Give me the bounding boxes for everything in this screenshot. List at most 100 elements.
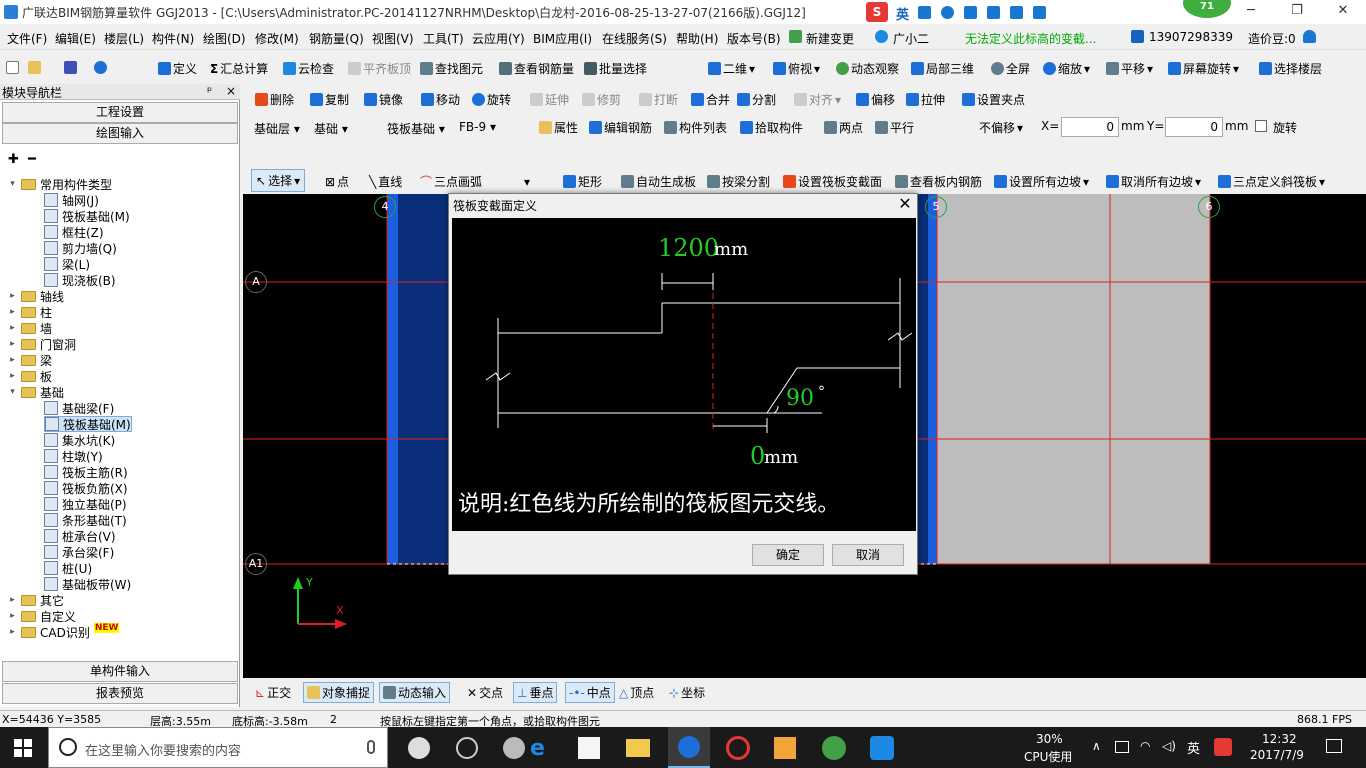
mic-icon[interactable] xyxy=(367,740,375,754)
tree-item[interactable]: 基础梁(F) xyxy=(44,400,114,416)
windows-start-icon[interactable] xyxy=(14,739,32,757)
mic-icon[interactable] xyxy=(941,6,954,19)
sogou-tray-icon[interactable] xyxy=(1214,738,1232,756)
expand-arrow-icon[interactable]: ▸ xyxy=(8,627,17,637)
menu-edit[interactable]: 编辑(E) xyxy=(55,30,96,47)
btn-local-3d[interactable]: 局部三维 xyxy=(911,60,974,77)
btn-fullscreen[interactable]: 全屏 xyxy=(991,60,1030,77)
ime-toolbar[interactable] xyxy=(918,6,1048,19)
single-component-button[interactable]: 单构件输入 xyxy=(2,661,238,682)
btn-top-view[interactable]: 俯视 ▾ xyxy=(773,60,820,77)
menu-help[interactable]: 帮助(H) xyxy=(676,30,718,47)
explorer-icon[interactable] xyxy=(626,739,650,757)
move-app-icon[interactable] xyxy=(870,736,894,760)
tree-item[interactable]: 桩(U) xyxy=(44,560,92,576)
btn-two-points[interactable]: 两点 xyxy=(824,119,863,136)
btn-select-floor[interactable]: 选择楼层 xyxy=(1259,60,1322,77)
btn-ortho[interactable]: ⊾ 正交 xyxy=(255,684,291,701)
network-icon[interactable] xyxy=(1115,741,1129,753)
tree-item[interactable]: 梁(L) xyxy=(44,256,90,272)
expand-arrow-icon[interactable]: ▸ xyxy=(8,595,17,605)
tree-item[interactable]: 框柱(Z) xyxy=(44,224,104,240)
pin-icon[interactable]: ᵖ xyxy=(207,84,212,98)
menu-floor[interactable]: 楼层(L) xyxy=(104,30,144,47)
btn-properties[interactable]: 属性 xyxy=(539,119,578,136)
expand-arrow-icon[interactable]: ▸ xyxy=(8,291,17,301)
edge-icon[interactable]: e xyxy=(530,736,545,761)
tree-item[interactable]: 轴网(J) xyxy=(44,192,99,208)
new-file-icon[interactable] xyxy=(6,61,19,74)
layer-select[interactable]: 基础层 ▾ xyxy=(249,117,315,137)
btn-batch-select[interactable]: 批量选择 xyxy=(584,60,647,77)
menu-view[interactable]: 视图(V) xyxy=(372,30,414,47)
tree-item[interactable]: 基础板带(W) xyxy=(44,576,131,592)
clock-date[interactable]: 2017/7/9 xyxy=(1250,748,1304,762)
undo-icon[interactable] xyxy=(94,61,107,74)
btn-set-raft-section[interactable]: 设置筏板变截面 xyxy=(783,173,882,190)
action-center-icon[interactable] xyxy=(1326,739,1342,753)
btn-three-point-slope[interactable]: 三点定义斜筏板 ▾ xyxy=(1218,173,1325,190)
tree-folder[interactable]: ▾ 常用构件类型 xyxy=(8,176,112,192)
dialog-close-button[interactable]: ✕ xyxy=(893,194,917,214)
x-input[interactable]: 0 xyxy=(1061,117,1119,137)
raft-region-grey-left[interactable] xyxy=(937,194,1115,564)
expand-arrow-icon[interactable]: ▸ xyxy=(8,371,17,381)
btn-align-slab-top[interactable]: 平齐板顶 xyxy=(348,60,411,77)
panel-close-icon[interactable]: × xyxy=(226,84,236,98)
tree-item[interactable]: 剪力墙(Q) xyxy=(44,240,117,256)
btn-orbit[interactable]: 动态观察 xyxy=(836,60,899,77)
btn-set-all-slopes[interactable]: 设置所有边坡 ▾ xyxy=(994,173,1089,190)
btn-move[interactable]: 移动 xyxy=(421,91,460,108)
open-folder-icon[interactable] xyxy=(28,61,41,74)
gld-app-icon[interactable] xyxy=(726,736,750,760)
clock-time[interactable]: 12:32 xyxy=(1262,732,1297,746)
btn-edit-rebar[interactable]: 编辑钢筋 xyxy=(589,119,652,136)
btn-split-by-beam[interactable]: 按梁分割 xyxy=(707,173,770,190)
save-icon[interactable] xyxy=(64,61,77,74)
btn-midpoint[interactable]: -•- 中点 xyxy=(565,682,615,703)
tree-item[interactable]: 独立基础(P) xyxy=(44,496,127,512)
task-view-icon[interactable] xyxy=(408,737,430,759)
btn-zoom[interactable]: 缩放 ▾ xyxy=(1043,60,1090,77)
punct-icon[interactable] xyxy=(918,6,931,19)
ime-indicator[interactable]: 英 xyxy=(1187,738,1200,757)
tree-folder[interactable]: ▾ 基础 xyxy=(8,384,64,400)
tree-folder[interactable]: ▸ 自定义 xyxy=(8,608,76,624)
tree-folder[interactable]: ▸ 梁 xyxy=(8,352,52,368)
user-phone[interactable]: 13907298339 xyxy=(1149,30,1233,44)
btn-screen-rotate[interactable]: 屏幕旋转 ▾ xyxy=(1168,60,1239,77)
expand-arrow-icon[interactable]: ▸ xyxy=(8,339,17,349)
btn-break[interactable]: 打断 xyxy=(639,91,678,108)
skin-icon[interactable] xyxy=(1010,6,1023,19)
btn-find[interactable]: 查找图元 xyxy=(420,60,483,77)
score-badge[interactable]: 71 xyxy=(1183,0,1231,18)
app-swirl-icon[interactable] xyxy=(456,737,478,759)
bell-icon[interactable] xyxy=(1303,30,1316,43)
tray-chevron-icon[interactable]: ∧ xyxy=(1092,739,1101,753)
wifi-icon[interactable]: ◠ xyxy=(1140,739,1150,753)
cost-beans[interactable]: 造价豆:0 xyxy=(1248,30,1296,47)
type-select[interactable]: 筏板基础 ▾ xyxy=(382,117,454,137)
expand-arrow-icon[interactable]: ▸ xyxy=(8,611,17,621)
btn-extend[interactable]: 延伸 xyxy=(530,91,569,108)
expand-all-icon[interactable]: ✚ xyxy=(8,152,19,167)
menu-modify[interactable]: 修改(M) xyxy=(255,30,299,47)
btn-pick-member[interactable]: 拾取构件 xyxy=(740,119,803,136)
refresh-app-icon[interactable] xyxy=(822,736,846,760)
wrench-icon[interactable] xyxy=(1033,6,1046,19)
btn-define[interactable]: 定义 xyxy=(158,60,197,77)
btn-merge[interactable]: 合并 xyxy=(691,91,730,108)
report-preview-button[interactable]: 报表预览 xyxy=(2,683,238,704)
tree-item[interactable]: 筏板基础(M) xyxy=(44,416,132,432)
collapse-arrow-icon[interactable]: ▾ xyxy=(8,387,17,397)
user-icon[interactable] xyxy=(987,6,1000,19)
dialog-cancel-button[interactable]: 取消 xyxy=(832,544,904,566)
menu-file[interactable]: 文件(F) xyxy=(7,30,47,47)
btn-align[interactable]: 对齐 ▾ xyxy=(794,91,841,108)
expand-arrow-icon[interactable]: ▸ xyxy=(8,355,17,365)
btn-rectangle[interactable]: 矩形 xyxy=(563,173,602,190)
btn-auto-slab[interactable]: 自动生成板 xyxy=(621,173,696,190)
menu-online[interactable]: 在线服务(S) xyxy=(602,30,667,47)
btn-copy[interactable]: 复制 xyxy=(310,91,349,108)
btn-arc[interactable]: ⌒ 三点画弧 ▾ xyxy=(420,173,530,190)
